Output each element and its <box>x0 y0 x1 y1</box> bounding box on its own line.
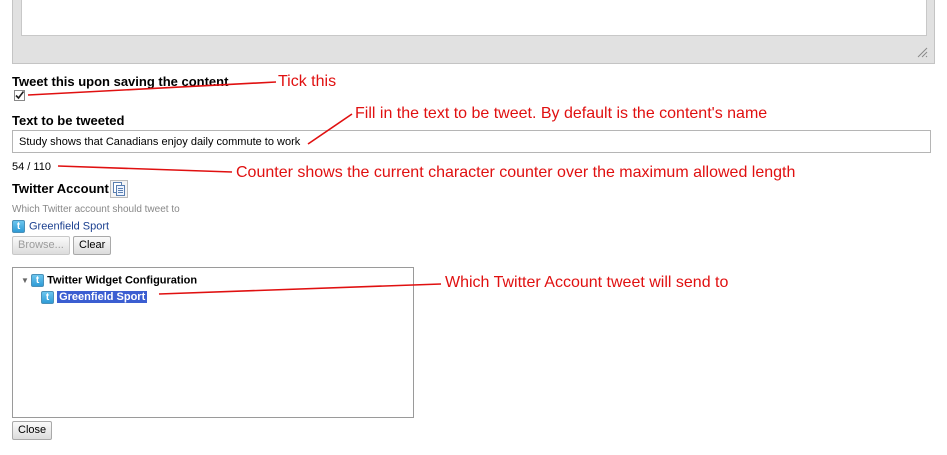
arrow-fill-text <box>307 113 353 145</box>
annotation-arrows <box>27 81 442 295</box>
arrow-account <box>158 283 442 295</box>
arrow-counter <box>57 165 233 173</box>
arrow-tick <box>27 81 277 96</box>
